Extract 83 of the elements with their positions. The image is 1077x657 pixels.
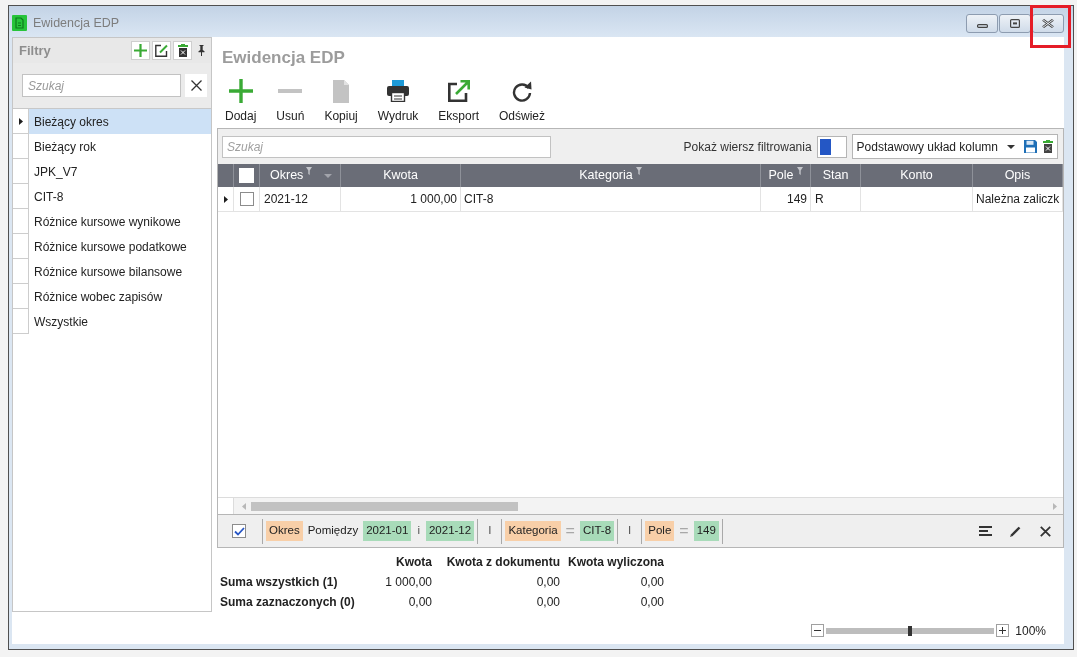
- table-cell-text: R: [815, 191, 824, 208]
- zoom-slider-thumb[interactable]: [908, 626, 913, 636]
- summary-column-header: Kwota z dokumentu: [446, 554, 560, 571]
- table-cell-text: 1 000,00: [410, 191, 457, 208]
- minimize-button[interactable]: [966, 14, 998, 33]
- filter-list-item[interactable]: Bieżący okres: [29, 109, 211, 134]
- filter-value-tag[interactable]: CIT-8: [579, 521, 615, 541]
- text-lines-icon: [978, 526, 992, 536]
- filter-connector[interactable]: I: [486, 522, 494, 540]
- funnel-icon: [306, 167, 313, 175]
- search-field[interactable]: Szukaj: [222, 135, 551, 158]
- pencil-icon: [1009, 525, 1021, 537]
- plus-icon: [134, 44, 147, 57]
- window-title: Ewidencja EDP: [33, 15, 120, 31]
- filter-field-tag[interactable]: Kategoria: [505, 521, 561, 541]
- summary-row-label: Suma zaznaczonych (0): [220, 594, 355, 611]
- toolbar-button[interactable]: Wydruk: [373, 78, 423, 124]
- toolbar-button[interactable]: Eksport: [434, 78, 483, 124]
- summary-row-label: Suma wszystkich (1): [220, 574, 338, 591]
- toolbar-button[interactable]: Odśwież: [495, 78, 549, 124]
- app-icon: [12, 15, 27, 31]
- zoom-slider-track[interactable]: [826, 628, 995, 634]
- toggle-knob: [819, 138, 831, 155]
- restore-icon: [1010, 19, 1020, 28]
- row-checkbox[interactable]: [239, 192, 254, 206]
- table-cell-text: 149: [786, 191, 807, 208]
- table-cell-text: Należna zaliczk: [976, 191, 1060, 208]
- edit-icon: [155, 44, 168, 57]
- filter-field-tag[interactable]: Okres: [266, 521, 303, 541]
- trash-icon: [1043, 140, 1053, 153]
- save-icon: [1023, 140, 1037, 153]
- zoom-out-button[interactable]: [811, 624, 825, 637]
- summary-value: 0,00: [640, 574, 664, 591]
- zoom-in-button[interactable]: [996, 624, 1010, 637]
- delete-filter-button[interactable]: [173, 41, 192, 60]
- plus-icon: [999, 627, 1007, 634]
- search-field[interactable]: Szukaj: [22, 74, 181, 97]
- minus-icon: [814, 630, 822, 631]
- summary-value: 0,00: [640, 594, 664, 611]
- toolbar-button[interactable]: Dodaj: [221, 78, 261, 124]
- filter-value-tag[interactable]: 2021-01: [363, 521, 412, 541]
- save-layout-button[interactable]: [1023, 139, 1037, 154]
- filter-field-tag[interactable]: Pole: [645, 521, 675, 541]
- summary-column-header: Kwota: [396, 554, 432, 571]
- filter-joiner: i: [416, 523, 421, 539]
- table-cell-text: CIT-8: [464, 191, 494, 208]
- funnel-icon: [796, 167, 803, 175]
- horizontal-scrollbar[interactable]: [234, 498, 1063, 514]
- trash-icon: [177, 44, 188, 57]
- delete-layout-button[interactable]: [1043, 139, 1053, 154]
- summary-value: 0,00: [536, 574, 560, 591]
- panel-title: Filtry: [19, 41, 51, 60]
- close-icon: [1039, 525, 1051, 537]
- caret-down-icon: [1007, 144, 1015, 149]
- filter-value-tag[interactable]: 2021-12: [425, 521, 475, 541]
- summary-column-header: Kwota wyliczona: [567, 554, 664, 571]
- caret-down-icon: [324, 173, 332, 178]
- maximize-button[interactable]: [999, 14, 1031, 33]
- zoom-percent: 100%: [1015, 624, 1046, 638]
- column-layout-dropdown[interactable]: Podstawowy układ kolumn: [856, 137, 1015, 156]
- filter-operator[interactable]: Pomiędzy: [307, 522, 359, 540]
- edit-filter-button[interactable]: [152, 41, 171, 60]
- filter-enabled-checkbox[interactable]: [232, 524, 246, 538]
- summary-value: 1 000,00: [385, 574, 432, 591]
- highlight-frame: [1030, 5, 1071, 48]
- page-title: Ewidencja EDP: [222, 48, 345, 68]
- minimize-icon: [976, 24, 988, 28]
- checkmark-icon: [233, 526, 245, 536]
- select-all-checkbox[interactable]: [239, 168, 254, 183]
- close-icon: [1042, 19, 1054, 28]
- close-button[interactable]: [1032, 14, 1064, 33]
- pin-icon[interactable]: [198, 45, 205, 56]
- table-cell-text: 2021-12: [264, 191, 309, 208]
- summary-value: 0,00: [408, 594, 432, 611]
- filter-connector[interactable]: I: [626, 522, 634, 540]
- clear-search-button[interactable]: [185, 74, 207, 97]
- close-icon: [190, 80, 202, 91]
- scrollbar-thumb[interactable]: [251, 501, 518, 511]
- filter-row-label: Pokaż wiersz filtrowania: [683, 138, 812, 156]
- filter-value-tag[interactable]: 149: [693, 521, 719, 541]
- summary-value: 0,00: [536, 594, 560, 611]
- funnel-icon: [635, 167, 642, 175]
- filter-row-toggle[interactable]: [816, 135, 847, 158]
